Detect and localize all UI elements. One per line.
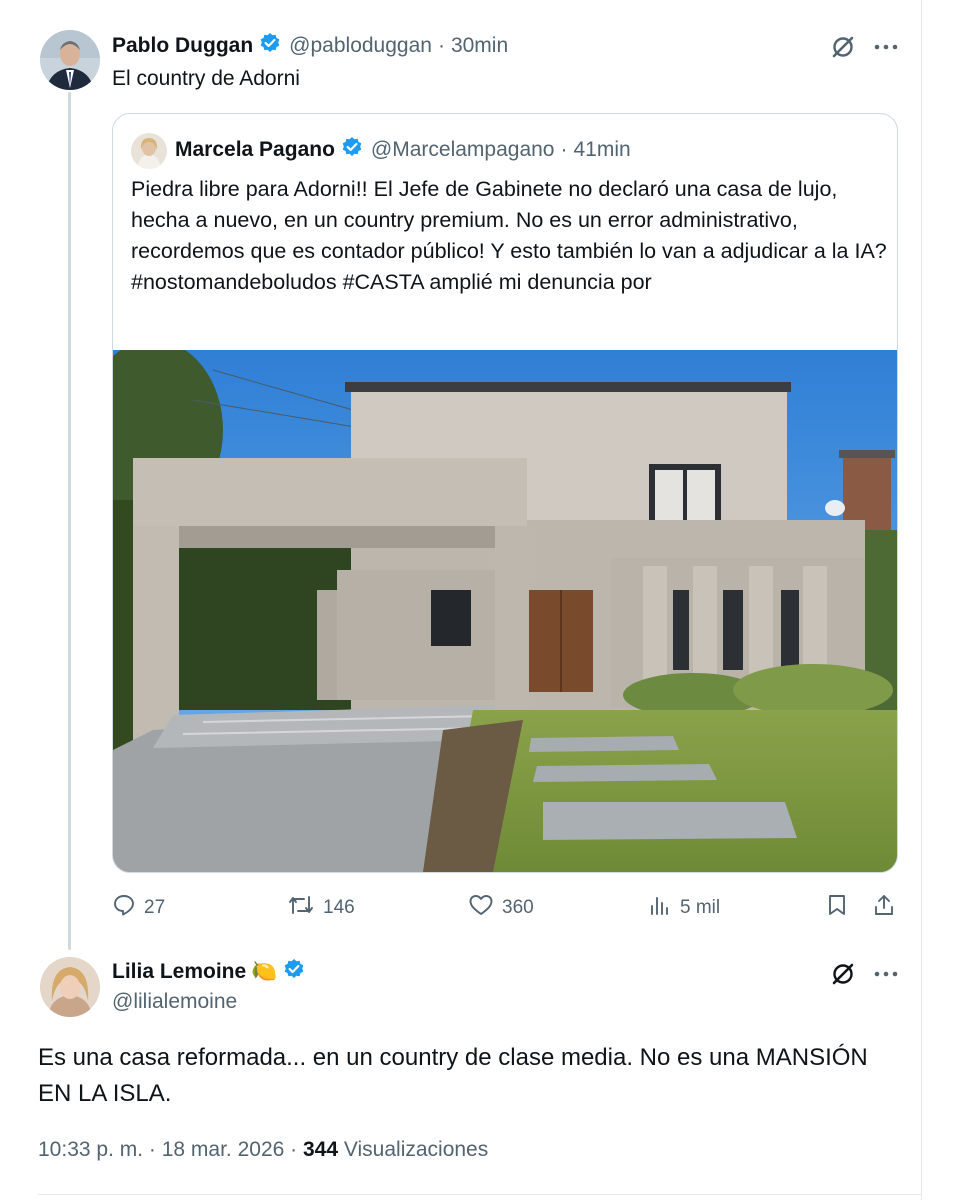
author-handle[interactable]: @pabloduggan: [289, 34, 432, 58]
like-icon: [468, 893, 494, 923]
quoted-tweet-time: 41min: [573, 137, 631, 161]
reply-author-handle[interactable]: @lilialemoine: [112, 990, 237, 1014]
like-count: 360: [502, 897, 534, 918]
reply-tweet-menu: [830, 961, 898, 987]
avatar-pablo-duggan[interactable]: [40, 30, 100, 90]
author-name[interactable]: Pablo Duggan: [112, 34, 253, 58]
quoted-tweet-card[interactable]: Marcela Pagano @Marcelampagano · 41min P…: [112, 113, 898, 873]
main-tweet-header: Pablo Duggan @pabloduggan · 30min: [112, 32, 508, 59]
grok-icon[interactable]: [830, 961, 856, 987]
repost-button[interactable]: 146: [287, 893, 355, 923]
thread-connector-line: [68, 92, 71, 950]
repost-icon: [287, 893, 315, 923]
bookmark-icon: [826, 893, 848, 923]
share-button[interactable]: [872, 893, 896, 923]
verified-badge-icon: [283, 958, 305, 985]
repost-count: 146: [323, 897, 355, 918]
like-button[interactable]: 360: [468, 893, 534, 923]
views-button[interactable]: 5 mil: [648, 893, 720, 923]
views-label: Visualizaciones: [343, 1138, 489, 1161]
share-icon: [872, 893, 896, 923]
reply-button[interactable]: 27: [112, 893, 165, 923]
view-count: 344: [302, 1138, 339, 1161]
main-tweet-menu: [830, 34, 898, 60]
separator-dot: ·: [560, 137, 568, 161]
grok-icon[interactable]: [830, 34, 856, 60]
avatar-lilia-lemoine[interactable]: [40, 957, 100, 1017]
verified-badge-icon: [259, 32, 281, 59]
reply-count: 27: [144, 897, 166, 918]
reply-icon: [112, 893, 136, 923]
tweet-action-bar: 27 146 360 5 mil: [112, 893, 902, 923]
verified-badge-icon: [341, 136, 363, 163]
quoted-author-handle: @Marcelampagano: [370, 137, 555, 161]
quoted-tweet-header: Marcela Pagano @Marcelampagano · 41min: [175, 136, 631, 163]
quoted-author-name: Marcela Pagano: [175, 137, 335, 161]
bookmark-button[interactable]: [826, 893, 848, 923]
avatar-marcela-pagano: [131, 133, 167, 169]
divider: [38, 1194, 921, 1195]
reply-tweet-text: Es una casa reformada... en un country d…: [38, 1044, 868, 1107]
lemon-emoji: 🍋: [251, 959, 278, 983]
more-icon[interactable]: [874, 43, 898, 51]
tweet-timestamp[interactable]: 10:33 p. m. · 18 mar. 2026 ·: [38, 1138, 297, 1161]
separator-dot: ·: [437, 33, 445, 57]
views-count: 5 mil: [680, 897, 721, 918]
quoted-tweet-photo-house[interactable]: [113, 340, 897, 872]
reply-tweet-meta: 10:33 p. m. · 18 mar. 2026 · 344 Visuali…: [38, 1138, 488, 1162]
tweet-time[interactable]: 30min: [451, 34, 508, 58]
more-icon[interactable]: [874, 970, 898, 978]
timeline-right-border: [921, 0, 922, 1200]
quoted-tweet-text: Piedra libre para Adorni!! El Jefe de Ga…: [131, 177, 887, 294]
main-tweet-text: El country de Adorni: [112, 67, 300, 90]
reply-author-name[interactable]: Lilia Lemoine: [112, 960, 246, 984]
reply-tweet-header: Lilia Lemoine 🍋: [112, 958, 305, 985]
views-icon: [648, 893, 672, 923]
